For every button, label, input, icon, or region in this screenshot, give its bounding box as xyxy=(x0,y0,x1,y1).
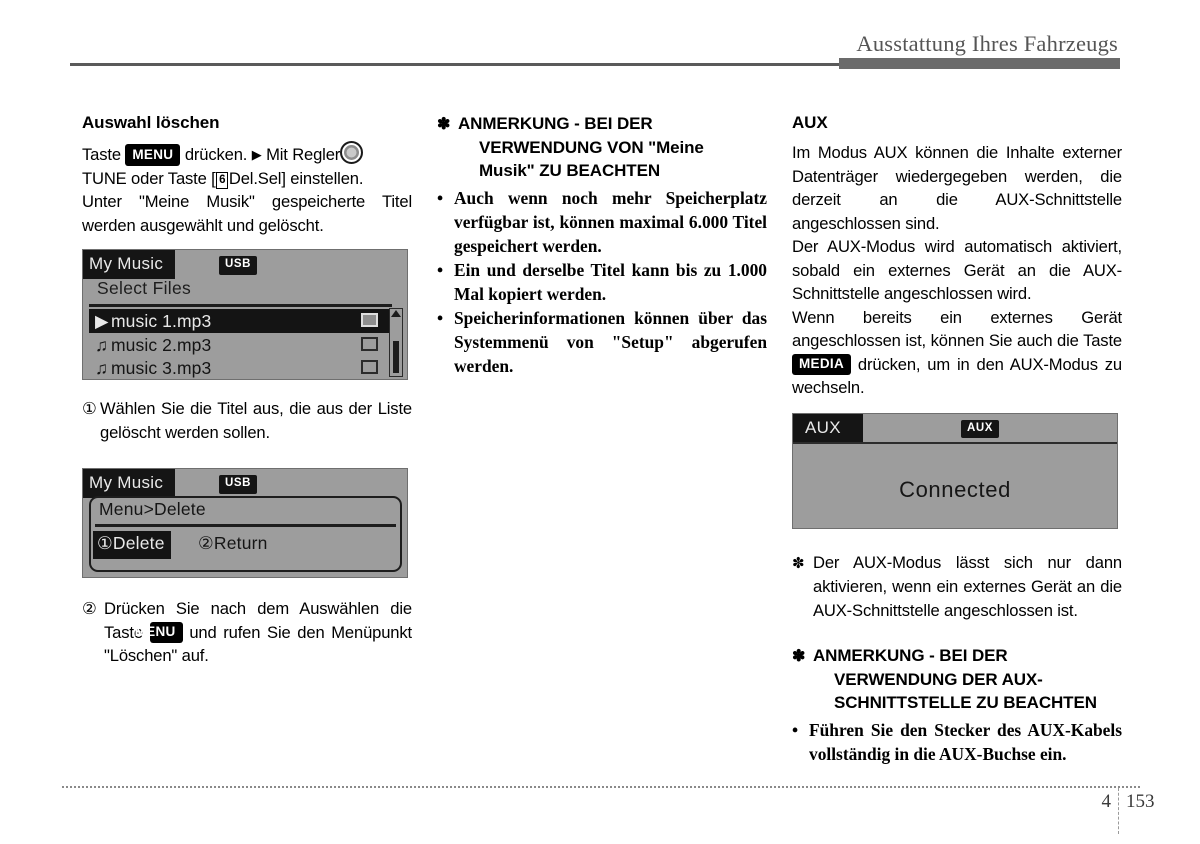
page-header: Ausstattung Ihres Fahrzeugs xyxy=(0,0,1200,92)
intro-paragraph: Taste MENU drücken. ▶ Mit Regler TUNE od… xyxy=(82,141,412,190)
footer-vertical-rule xyxy=(1118,788,1119,834)
lcd-menu-divider xyxy=(95,524,396,527)
menu-key-badge[interactable]: MENU xyxy=(125,144,181,166)
aux-paragraph-3-before: Wenn bereits ein externes Gerät angeschl… xyxy=(792,307,1122,351)
file-row-label: ♫ xyxy=(95,358,109,379)
intro-line2-after-box: Del.Sel] einstellen. xyxy=(228,168,364,188)
note-heading-meine-musik: ✽ ANMERKUNG - BEI DER VERWENDUNG VON "Mei… xyxy=(437,112,767,182)
lcd-scrollbar[interactable] xyxy=(389,308,403,378)
lcd-aux-screen: AUX AUX Connected xyxy=(792,412,1118,529)
intro-line2-before-box: TUNE oder Taste [ xyxy=(82,168,216,188)
lcd-divider xyxy=(793,441,1117,444)
menu-option-return[interactable]: ②Return xyxy=(196,531,270,559)
tune-knob-icon xyxy=(340,141,364,165)
bullet-icon: • xyxy=(437,308,444,328)
note-bullet-text: Führen Sie den Stecker des AUX-Kabels vo… xyxy=(809,720,1122,765)
lcd-tab-aux: AUX xyxy=(793,413,863,443)
note-heading-line-3: SCHNITTSTELLE ZU BEACHTEN xyxy=(834,693,1097,713)
file-row-checkbox[interactable] xyxy=(361,313,378,328)
aux-mode-badge: AUX xyxy=(961,419,1000,439)
scroll-up-arrow-icon[interactable] xyxy=(391,310,401,318)
note-bullet-item: • Auch wenn noch mehr Speicherplatz verfü… xyxy=(437,186,767,258)
bullet-icon: • xyxy=(437,188,444,208)
lcd-divider xyxy=(89,304,392,307)
media-key-badge[interactable]: MEDIA xyxy=(792,353,851,376)
note-heading-line-2: VERWENDUNG DER AUX- xyxy=(834,670,1043,690)
menu-option-delete[interactable]: ①Delete xyxy=(93,531,171,559)
header-rule-thick xyxy=(839,58,1120,69)
lcd-tab-my-music: My Music xyxy=(83,469,176,499)
file-row-name: music 3.mp3 xyxy=(111,358,212,379)
step-2-number: ② xyxy=(82,599,97,619)
chapter-number: 4 xyxy=(1101,791,1112,812)
step-2: ② Drücken Sie nach dem Auswählen die Tast… xyxy=(82,597,412,668)
note-heading-line-1: ANMERKUNG - BEI DER xyxy=(458,114,653,133)
lcd-tab-my-music: My Music xyxy=(83,250,176,280)
asterisk-icon: ✽ xyxy=(792,648,806,666)
usb-source-badge: USB xyxy=(219,256,258,275)
note-heading-line-2: VERWENDUNG VON "Meine xyxy=(479,138,704,157)
note-bullet-item: • Führen Sie den Stecker des AUX-Kabels v… xyxy=(792,718,1122,766)
right-column: AUX Im Modus AUX können die Inhalte exte… xyxy=(792,112,1122,766)
note-bullet-list: • Führen Sie den Stecker des AUX-Kabels v… xyxy=(792,718,1122,766)
aux-paragraph-1: Im Modus AUX können die Inhalte externer… xyxy=(792,143,1122,233)
middle-column: ✽ ANMERKUNG - BEI DER VERWENDUNG VON "Mei… xyxy=(437,112,767,378)
menu-key-badge[interactable]: MENU xyxy=(135,621,183,644)
page-title: Ausstattung Ihres Fahrzeugs xyxy=(856,31,1118,56)
note-heading-line-3: Musik" ZU BEACHTEN xyxy=(479,161,660,180)
note-bullet-item: • Ein und derselbe Titel kann bis zu 1.00… xyxy=(437,258,767,306)
step-1: ① Wählen Sie die Titel aus, die aus der L… xyxy=(82,397,412,444)
bullet-icon: • xyxy=(437,260,444,280)
intro-text-after-menu: drücken. xyxy=(184,145,248,165)
file-list-row[interactable]: ♫ music 2.mp3 xyxy=(89,333,392,357)
lcd-select-files-screen: My Music USB Select Files ▶ music 1.mp3 … xyxy=(82,249,408,381)
file-row-name: music 1.mp3 xyxy=(111,311,212,332)
file-row-checkbox[interactable] xyxy=(361,360,378,375)
lcd-menu-title: Menu>Delete xyxy=(99,499,206,520)
intro-text-after-arrow: Mit Regler xyxy=(266,145,341,165)
note-heading-aux: ✽ ANMERKUNG - BEI DER VERWENDUNG DER AUX-… xyxy=(792,644,1122,714)
lcd-screen-title: Select Files xyxy=(97,278,192,299)
aux-star-note: ✽ Der AUX-Modus lässt sich nur dann aktiv… xyxy=(792,551,1122,623)
file-list-row[interactable]: ▶ music 1.mp3 xyxy=(89,309,392,334)
bullet-icon: • xyxy=(792,720,799,741)
section-title-aux: AUX xyxy=(792,113,828,132)
scrollbar-thumb[interactable] xyxy=(392,341,399,374)
aux-paragraph-2: Der AUX-Modus wird automatisch aktiviert… xyxy=(792,237,1122,304)
note-bullet-text: Speicherinformationen können über das Sy… xyxy=(454,308,767,376)
step-1-text: Wählen Sie die Titel aus, die aus der Li… xyxy=(100,399,412,442)
preset-6-icon[interactable]: 6 xyxy=(216,172,229,190)
aux-status-text: Connected xyxy=(899,476,1011,502)
aux-paragraph-3: Wenn bereits ein externes Gerät angeschl… xyxy=(792,306,1122,400)
note-heading-line-1: ANMERKUNG - BEI DER xyxy=(813,646,1008,666)
file-row-name: music 2.mp3 xyxy=(111,335,212,356)
lcd-menu-delete-screen: My Music USB Menu>Delete ①Delete ②Return xyxy=(82,468,408,579)
asterisk-icon: ✽ xyxy=(792,554,805,572)
left-column: Auswahl löschen Taste MENU drücken. ▶ Mi… xyxy=(82,112,412,668)
intro-text-before-menu: Taste xyxy=(82,145,121,165)
file-row-label: ♫ xyxy=(95,335,109,356)
play-arrow-icon: ▶ xyxy=(251,147,262,163)
usb-source-badge: USB xyxy=(219,475,258,494)
note-bullet-item: • Speicherinformationen können über das S… xyxy=(437,306,767,378)
page-number: 153 xyxy=(1126,791,1155,812)
note-bullet-list: • Auch wenn noch mehr Speicherplatz verfü… xyxy=(437,186,767,378)
footer-divider xyxy=(62,786,1140,788)
intro-line3: Unter "Meine Musik" gespeicherte Titel w… xyxy=(82,192,412,235)
file-row-checkbox[interactable] xyxy=(361,337,378,352)
asterisk-icon: ✽ xyxy=(437,116,451,133)
file-row-label: ▶ xyxy=(95,311,109,332)
step-1-number: ① xyxy=(82,399,97,419)
header-rule-thin xyxy=(70,63,839,66)
aux-star-note-text: Der AUX-Modus lässt sich nur dann aktivi… xyxy=(813,552,1122,620)
note-bullet-text: Ein und derselbe Titel kann bis zu 1.000… xyxy=(454,260,767,304)
section-title-auswahl-loeschen: Auswahl löschen xyxy=(82,113,220,132)
note-bullet-text: Auch wenn noch mehr Speicherplatz verfüg… xyxy=(454,188,767,256)
file-list-row[interactable]: ♫ music 3.mp3 xyxy=(89,356,392,379)
